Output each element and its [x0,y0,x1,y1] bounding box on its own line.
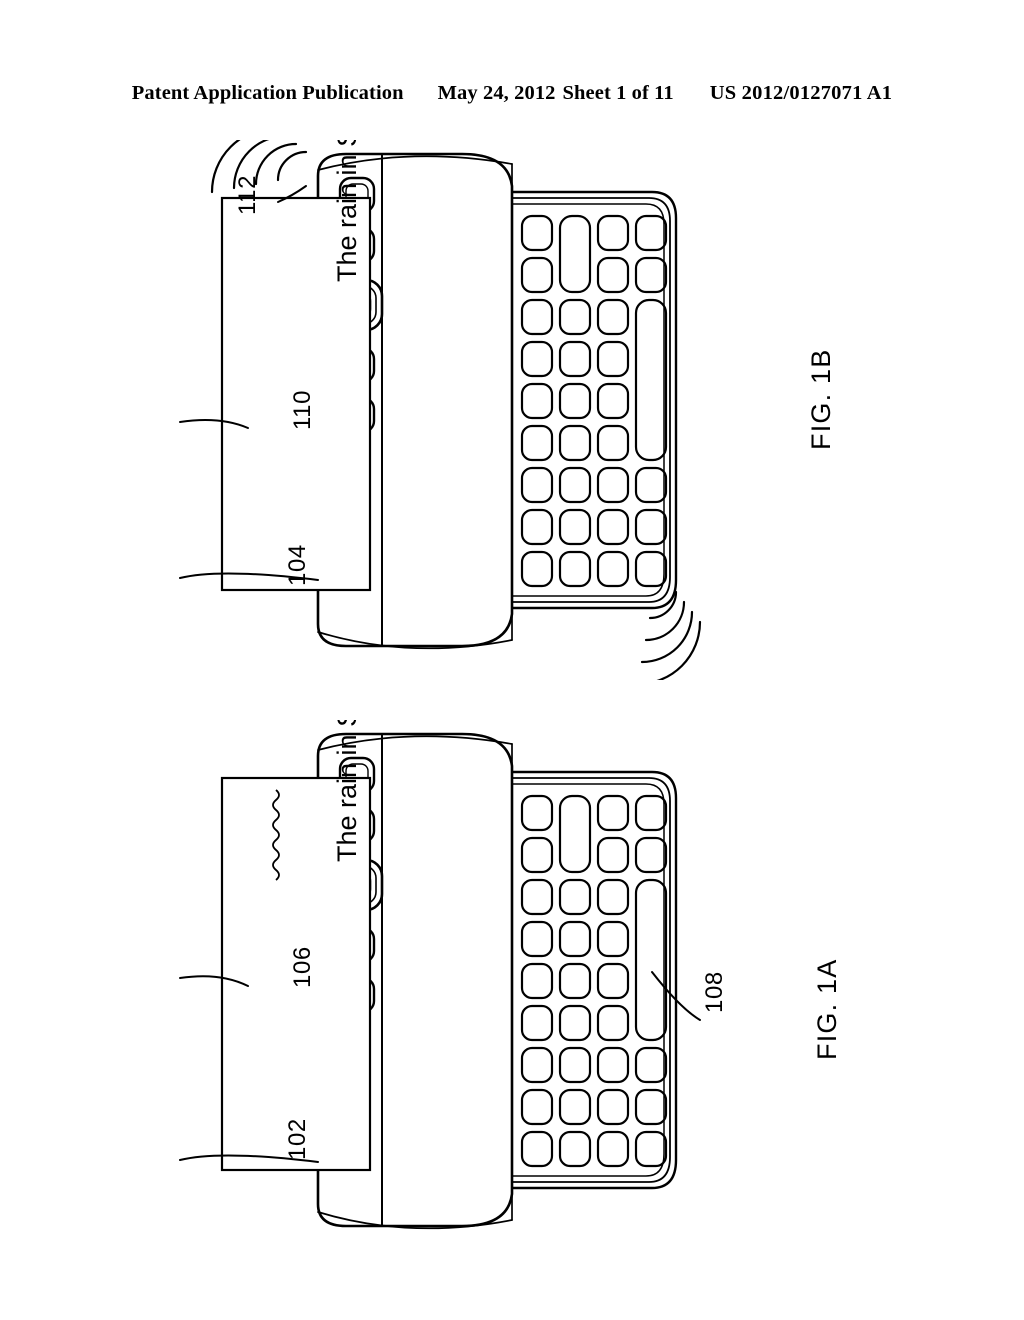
figure-1b-drawing: The rain in Spain [179,140,702,680]
key-spacebar [634,878,668,1042]
key-tall-span [558,214,592,294]
reference-numeral-108: 108 [701,971,728,1013]
reference-numeral-106: 106 [289,946,316,988]
figure-1b-caption: FIG. 1B [806,348,836,450]
patent-drawing-page: Patent Application Publication May 24, 2… [0,0,1024,1320]
header-date-label: May 24, 2012 [437,82,556,104]
header-patent-number-label: US 2012/0127071 A1 [709,82,893,104]
reference-numeral-102: 102 [284,1118,311,1160]
screen-text: The rain in Soain [332,720,362,862]
page-header: Patent Application Publication May 24, 2… [0,82,1024,112]
keyboard-keys [520,794,668,1168]
key-tall-span [558,794,592,874]
figure-1a-caption: FIG. 1A [812,958,842,1060]
figure-1a-drawing: The rain in Soain [179,720,701,1230]
reference-numeral-104: 104 [284,544,311,586]
fig1a-screen-group: The rain in Soain [220,720,372,1172]
keyboard-keys [520,214,668,588]
reference-numeral-110: 110 [289,389,316,430]
vibration-waves-bottom-right [640,590,702,680]
key-spacebar [634,298,668,462]
header-publication-label: Patent Application Publication [131,82,404,104]
screen-text: The rain in Spain [332,140,362,282]
header-sheet-label: Sheet 1 of 11 [562,82,674,104]
reference-numeral-112: 112 [234,174,261,215]
